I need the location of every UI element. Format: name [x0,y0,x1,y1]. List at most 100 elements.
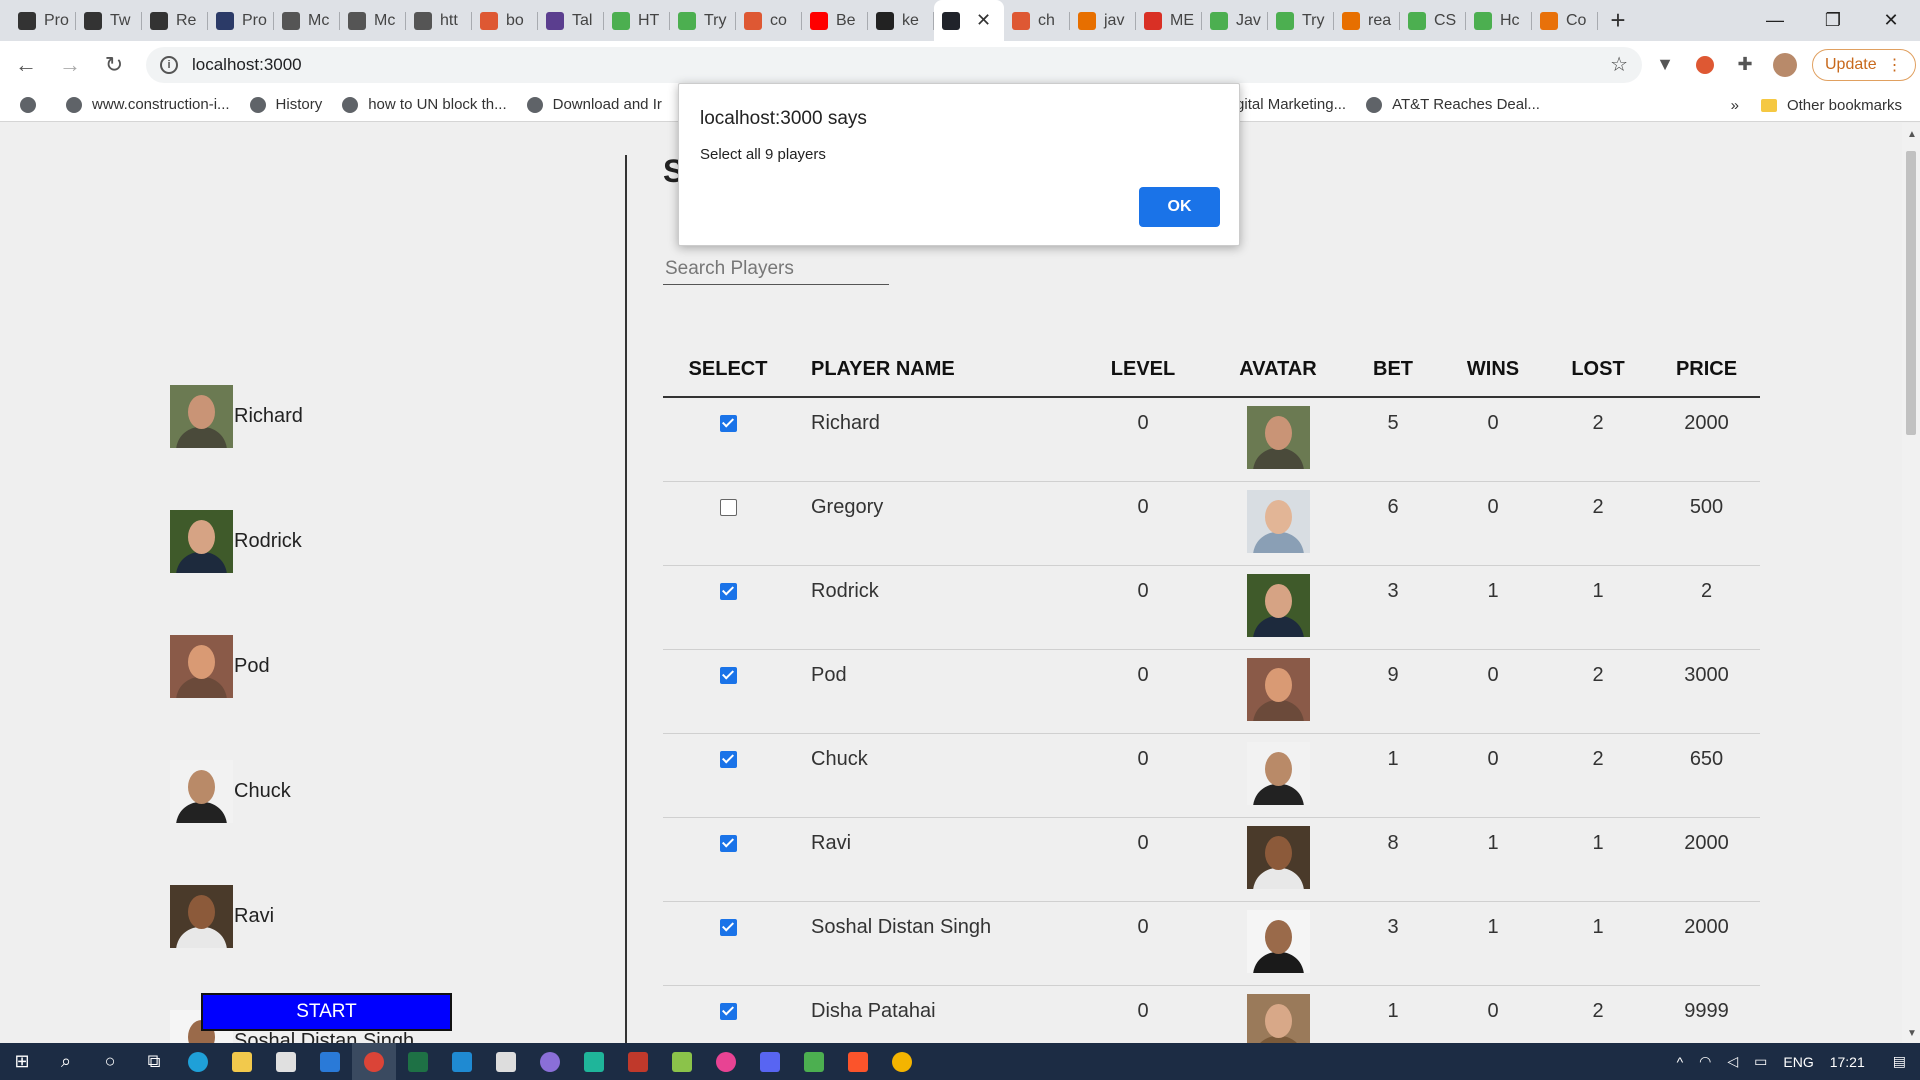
minimize-button[interactable]: — [1746,0,1804,41]
column-header[interactable]: SELECT [663,343,793,398]
vscode-icon[interactable] [440,1043,484,1080]
chrome-alt-icon[interactable] [880,1043,924,1080]
browser-tab[interactable]: Pro [10,0,76,41]
close-window-button[interactable]: ✕ [1862,0,1920,41]
extensions-puzzle-icon[interactable]: ✚ [1728,48,1762,82]
column-header[interactable]: LOST [1543,343,1653,398]
browser-tab[interactable]: ch [1004,0,1070,41]
app-icon-purple[interactable] [528,1043,572,1080]
selected-player-item[interactable]: Ravi [170,885,274,948]
info-icon[interactable]: i [160,55,178,74]
vpn-extension-icon[interactable]: ▼ [1648,48,1682,82]
browser-tab[interactable]: Jav [1202,0,1268,41]
browser-tab[interactable]: Mc [274,0,340,41]
address-bar[interactable]: i localhost:3000 ☆ [146,46,1642,83]
select-checkbox[interactable] [719,834,737,852]
select-checkbox[interactable] [719,750,737,768]
search-players-input[interactable]: Search Players [663,253,889,285]
column-header[interactable]: BET [1343,343,1443,398]
selected-player-item[interactable]: Richard [170,385,303,448]
clock[interactable]: 17:21 [1830,1054,1865,1070]
wifi-icon[interactable]: ◠ [1699,1053,1711,1070]
language-indicator[interactable]: ENG [1783,1054,1813,1070]
url-text[interactable]: localhost:3000 [192,55,1610,75]
select-checkbox[interactable] [719,918,737,936]
browser-tab[interactable]: Be [802,0,868,41]
app-icon-teal[interactable] [572,1043,616,1080]
maximize-button[interactable]: ❐ [1804,0,1862,41]
browser-tab[interactable]: htt [406,0,472,41]
start-button[interactable]: START [201,993,452,1031]
selected-player-item[interactable]: Pod [170,635,270,698]
calculator-icon[interactable] [484,1043,528,1080]
page-scrollbar[interactable]: ▲ ▼ [1902,123,1920,1043]
profile-avatar[interactable] [1768,48,1802,82]
browser-tab[interactable]: jav [1070,0,1136,41]
back-button[interactable]: ← [8,47,44,83]
bookmark-item[interactable]: Digital Marketing... [1222,96,1346,113]
excel-icon[interactable] [396,1043,440,1080]
browser-tab[interactable]: CS [1400,0,1466,41]
app-icon-green[interactable] [660,1043,704,1080]
edge-icon[interactable] [176,1043,220,1080]
browser-tab[interactable]: HT [604,0,670,41]
browser-tab[interactable]: Co [1532,0,1598,41]
select-checkbox[interactable] [719,666,737,684]
more-bookmarks-button[interactable]: » [1731,97,1739,114]
duckduckgo-extension-icon[interactable] [1688,48,1722,82]
browser-tab[interactable]: Pro [208,0,274,41]
close-tab-icon[interactable]: ✕ [976,10,991,31]
select-checkbox[interactable] [719,1002,737,1020]
app-icon-sheet[interactable] [792,1043,836,1080]
scrollbar-thumb[interactable] [1906,151,1916,435]
chrome-icon[interactable] [352,1043,396,1080]
browser-tab[interactable]: Try [670,0,736,41]
scroll-down-arrow-icon[interactable]: ▼ [1907,1028,1917,1039]
notification-icon[interactable]: ▤ [1893,1053,1906,1070]
new-tab-button[interactable]: + [1598,0,1638,41]
app-icon-drop[interactable] [704,1043,748,1080]
select-checkbox[interactable] [719,415,737,432]
bookmark-item[interactable]: www.construction-i... [66,96,230,113]
browser-tab[interactable]: co [736,0,802,41]
column-header[interactable]: AVATAR [1213,343,1343,398]
bookmark-item[interactable]: how to UN block th... [342,96,507,113]
bookmark-star-icon[interactable]: ☆ [1610,52,1628,77]
discord-icon[interactable] [748,1043,792,1080]
browser-tab[interactable]: Re [142,0,208,41]
forward-button[interactable]: → [52,47,88,83]
bookmark-item[interactable]: Download and Ir [526,96,662,113]
mail-icon[interactable] [308,1043,352,1080]
browser-tab[interactable]: ✕ [934,0,1004,41]
search-icon[interactable]: ⌕ [44,1043,88,1080]
store-icon[interactable] [264,1043,308,1080]
browser-tab[interactable]: Mc [340,0,406,41]
cortana-icon[interactable]: ○ [88,1043,132,1080]
battery-icon[interactable]: ▭ [1754,1053,1767,1070]
selected-player-item[interactable]: Chuck [170,760,291,823]
select-checkbox[interactable] [719,582,737,600]
windows-start-icon[interactable]: ⊞ [0,1043,44,1080]
column-header[interactable]: PLAYER NAME [793,343,1073,398]
chevron-up-icon[interactable]: ^ [1677,1054,1684,1070]
column-header[interactable]: LEVEL [1073,343,1213,398]
file-explorer-icon[interactable] [220,1043,264,1080]
browser-tab[interactable]: ke [868,0,934,41]
column-header[interactable]: WINS [1443,343,1543,398]
browser-tab[interactable]: Tal [538,0,604,41]
browser-tab[interactable]: bo [472,0,538,41]
update-button[interactable]: Update ⋮ [1812,48,1916,81]
brave-icon[interactable] [836,1043,880,1080]
browser-tab[interactable]: Hc [1466,0,1532,41]
browser-tab[interactable]: rea [1334,0,1400,41]
app-icon-grid[interactable] [616,1043,660,1080]
reload-button[interactable]: ↻ [96,47,132,83]
selected-player-item[interactable]: Rodrick [170,510,302,573]
scroll-up-arrow-icon[interactable]: ▲ [1907,129,1917,140]
browser-tab[interactable]: Try [1268,0,1334,41]
browser-tab[interactable]: Tw [76,0,142,41]
dialog-ok-button[interactable]: OK [1139,187,1220,227]
column-header[interactable]: PRICE [1653,343,1760,398]
bookmark-item[interactable] [20,96,46,113]
volume-icon[interactable]: ◁ [1727,1053,1738,1070]
